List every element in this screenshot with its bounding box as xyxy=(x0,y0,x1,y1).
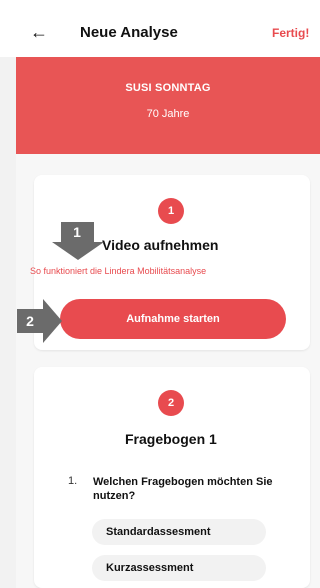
option-standardassesment[interactable]: Standardassesment xyxy=(92,519,266,545)
page-title: Neue Analyse xyxy=(80,24,178,41)
how-it-works-link[interactable]: So funktioniert die Lindera Mobilitätsan… xyxy=(30,266,206,276)
step-badge-2: 2 xyxy=(158,390,184,416)
patient-age: 70 Jahre xyxy=(146,108,190,120)
done-button[interactable]: Fertig! xyxy=(272,26,309,40)
callout-arrow-1: 1 xyxy=(52,222,104,260)
step-badge-1: 1 xyxy=(158,198,184,224)
start-recording-button[interactable]: Aufnahme starten xyxy=(60,299,286,339)
question-text: Welchen Fragebogen möchten Sie nutzen? xyxy=(93,476,273,502)
questionnaire-card-title: Fragebogen 1 xyxy=(125,431,217,447)
app-header: ← Neue Analyse Fertig! xyxy=(0,0,320,57)
callout-number-1: 1 xyxy=(73,224,81,240)
callout-arrow-2: 2 xyxy=(17,299,62,343)
video-card-title: Video aufnehmen xyxy=(102,237,219,253)
question-number: 1. xyxy=(68,475,78,487)
option-kurzassessment[interactable]: Kurzassessment xyxy=(92,555,266,581)
patient-banner: SUSI SONNTAG 70 Jahre xyxy=(16,57,320,154)
arrow-left-icon[interactable]: ← xyxy=(30,22,48,42)
patient-name: SUSI SONNTAG xyxy=(125,82,211,94)
callout-number-2: 2 xyxy=(26,313,34,329)
